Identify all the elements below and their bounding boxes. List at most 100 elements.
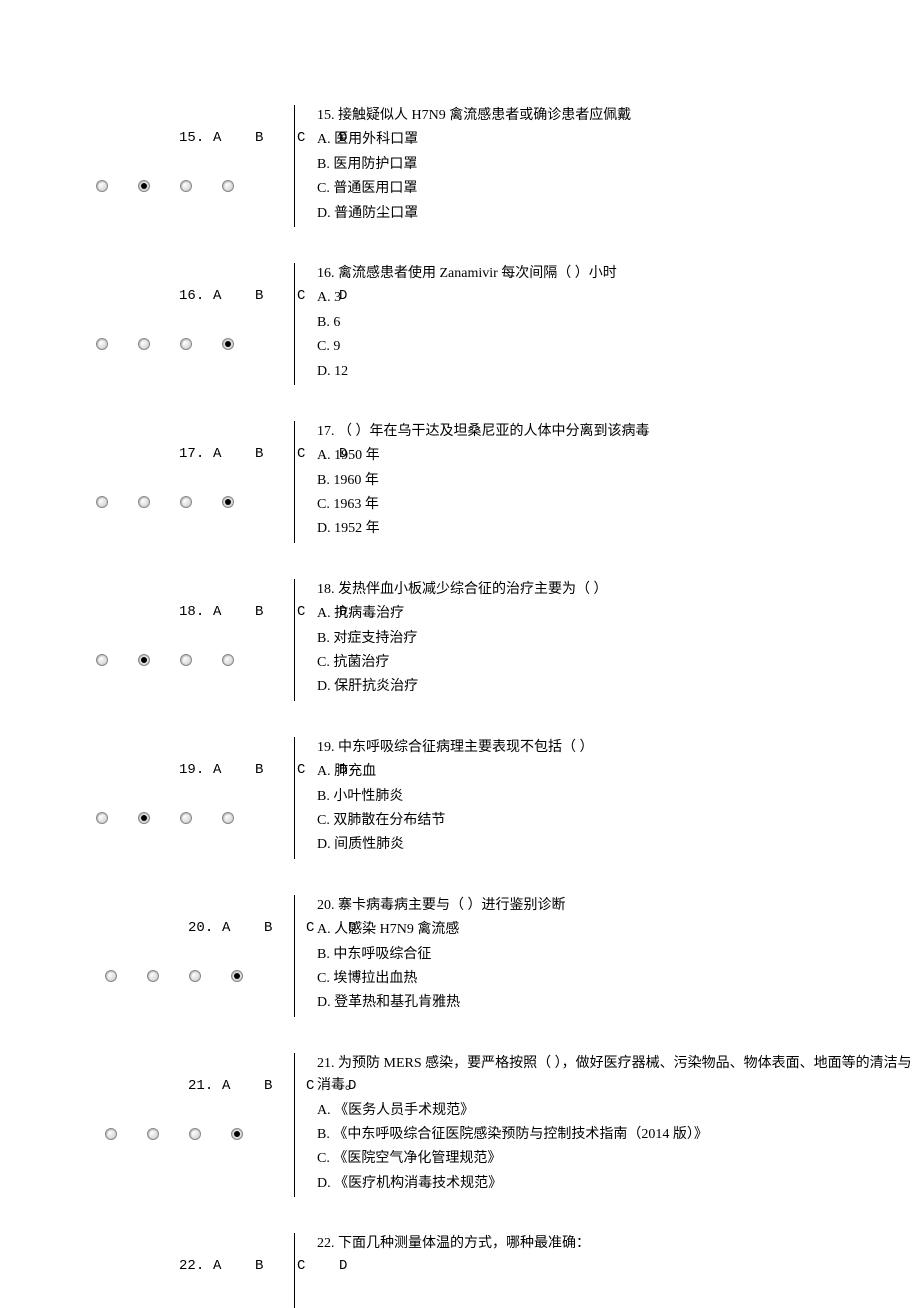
question-22-row: 22.ABCD 22. 下面几种测量体温的方式，哪种最准确： — [0, 1233, 920, 1308]
option-a: A. 1950 年 — [317, 445, 920, 467]
question-number: 15. — [179, 127, 213, 149]
answer-panel-22: 22.ABCD — [0, 1233, 295, 1308]
radio-group — [95, 654, 282, 666]
option-b: B. 小叶性肺炎 — [317, 786, 920, 808]
radio-18-d[interactable] — [222, 654, 234, 666]
question-panel-17: 17. （ ）年在乌干达及坦桑尼亚的人体中分离到该病毒 A. 1950 年 B.… — [295, 421, 920, 543]
letter-b: B — [255, 285, 297, 307]
option-b: B. 医用防护口罩 — [317, 154, 920, 176]
radio-18-b[interactable] — [138, 654, 150, 666]
radio-18-a[interactable] — [96, 654, 108, 666]
answer-panel-17: 17.ABCD — [0, 421, 295, 543]
radio-21-a[interactable] — [105, 1128, 117, 1140]
letter-a: A — [213, 601, 255, 623]
option-a: A. 医用外科口罩 — [317, 129, 920, 151]
option-b: B. 对症支持治疗 — [317, 628, 920, 650]
letter-d: D — [339, 1255, 381, 1277]
letter-a: A — [213, 127, 255, 149]
option-c: C. 抗菌治疗 — [317, 652, 920, 674]
radio-19-a[interactable] — [96, 812, 108, 824]
option-d: D. 普通防尘口罩 — [317, 203, 920, 225]
question-20-row: 20.ABCD 20. 寨卡病毒病主要与（ ）进行鉴别诊断 A. 人感染 H7N… — [0, 895, 920, 1017]
radio-group — [104, 1128, 282, 1140]
radio-group — [95, 496, 282, 508]
letter-b: B — [255, 601, 297, 623]
question-text: 21. 为预防 MERS 感染，要严格按照（ ），做好医疗器械、污染物品、物体表… — [317, 1053, 920, 1098]
radio-21-c[interactable] — [189, 1128, 201, 1140]
question-19-row: 19.ABCD 19. 中东呼吸综合征病理主要表现不包括（ ） A. 肺充血 B… — [0, 737, 920, 859]
letter-a: A — [213, 759, 255, 781]
radio-21-b[interactable] — [147, 1128, 159, 1140]
radio-16-d[interactable] — [222, 338, 234, 350]
question-number: 20. — [188, 917, 222, 939]
letter-a: A — [222, 1075, 264, 1097]
answer-header: 18.ABCD — [95, 579, 282, 646]
radio-17-c[interactable] — [180, 496, 192, 508]
radio-21-d[interactable] — [231, 1128, 243, 1140]
radio-18-c[interactable] — [180, 654, 192, 666]
radio-15-d[interactable] — [222, 180, 234, 192]
question-panel-18: 18. 发热伴血小板减少综合征的治疗主要为（ ） A. 抗病毒治疗 B. 对症支… — [295, 579, 920, 701]
radio-16-c[interactable] — [180, 338, 192, 350]
answer-panel-21: 21.ABCD — [0, 1053, 295, 1197]
answer-panel-19: 19.ABCD — [0, 737, 295, 859]
radio-group — [95, 812, 282, 824]
radio-20-d[interactable] — [231, 970, 243, 982]
option-a: A. 肺充血 — [317, 761, 920, 783]
option-b: B. 《中东呼吸综合征医院感染预防与控制技术指南（2014 版）》 — [317, 1124, 920, 1146]
question-text: 22. 下面几种测量体温的方式，哪种最准确： — [317, 1233, 920, 1255]
radio-17-d[interactable] — [222, 496, 234, 508]
question-number: 19. — [179, 759, 213, 781]
question-panel-19: 19. 中东呼吸综合征病理主要表现不包括（ ） A. 肺充血 B. 小叶性肺炎 … — [295, 737, 920, 859]
letter-b: B — [255, 759, 297, 781]
answer-header: 20.ABCD — [104, 895, 282, 962]
option-c: C. 普通医用口罩 — [317, 178, 920, 200]
answer-header: 19.ABCD — [95, 737, 282, 804]
option-c: C. 9 — [317, 336, 920, 358]
radio-15-b[interactable] — [138, 180, 150, 192]
question-panel-20: 20. 寨卡病毒病主要与（ ）进行鉴别诊断 A. 人感染 H7N9 禽流感 B.… — [295, 895, 920, 1017]
radio-19-c[interactable] — [180, 812, 192, 824]
radio-19-d[interactable] — [222, 812, 234, 824]
option-d: D. 保肝抗炎治疗 — [317, 676, 920, 698]
question-15-row: 15.ABCD 15. 接触疑似人 H7N9 禽流感患者或确诊患者应佩戴 A. … — [0, 105, 920, 227]
radio-16-a[interactable] — [96, 338, 108, 350]
answer-header: 15.ABCD — [95, 105, 282, 172]
answer-header: 22.ABCD — [95, 1233, 282, 1300]
question-panel-16: 16. 禽流感患者使用 Zanamivir 每次间隔（ ）小时 A. 3 B. … — [295, 263, 920, 385]
radio-15-c[interactable] — [180, 180, 192, 192]
question-text: 19. 中东呼吸综合征病理主要表现不包括（ ） — [317, 737, 920, 759]
radio-20-c[interactable] — [189, 970, 201, 982]
question-panel-22: 22. 下面几种测量体温的方式，哪种最准确： — [295, 1233, 920, 1257]
option-c: C. 埃博拉出血热 — [317, 968, 920, 990]
page: 15.ABCD 15. 接触疑似人 H7N9 禽流感患者或确诊患者应佩戴 A. … — [0, 0, 920, 1308]
radio-group — [95, 180, 282, 192]
option-a: A. 人感染 H7N9 禽流感 — [317, 919, 920, 941]
letter-b: B — [255, 1255, 297, 1277]
option-c: C. 1963 年 — [317, 494, 920, 516]
radio-20-a[interactable] — [105, 970, 117, 982]
question-panel-21: 21. 为预防 MERS 感染，要严格按照（ ），做好医疗器械、污染物品、物体表… — [295, 1053, 920, 1197]
question-number: 18. — [179, 601, 213, 623]
radio-20-b[interactable] — [147, 970, 159, 982]
option-a: A. 抗病毒治疗 — [317, 603, 920, 625]
question-18-row: 18.ABCD 18. 发热伴血小板减少综合征的治疗主要为（ ） A. 抗病毒治… — [0, 579, 920, 701]
option-a: A. 《医务人员手术规范》 — [317, 1100, 920, 1122]
answer-panel-18: 18.ABCD — [0, 579, 295, 701]
option-d: D. 间质性肺炎 — [317, 834, 920, 856]
option-a: A. 3 — [317, 287, 920, 309]
answer-header: 16.ABCD — [95, 263, 282, 330]
option-b: B. 6 — [317, 312, 920, 334]
answer-panel-20: 20.ABCD — [0, 895, 295, 1017]
radio-17-b[interactable] — [138, 496, 150, 508]
radio-19-b[interactable] — [138, 812, 150, 824]
letter-b: B — [255, 443, 297, 465]
option-d: D. 1952 年 — [317, 518, 920, 540]
question-number: 16. — [179, 285, 213, 307]
question-text: 16. 禽流感患者使用 Zanamivir 每次间隔（ ）小时 — [317, 263, 920, 285]
radio-15-a[interactable] — [96, 180, 108, 192]
radio-16-b[interactable] — [138, 338, 150, 350]
radio-17-a[interactable] — [96, 496, 108, 508]
letter-a: A — [213, 1255, 255, 1277]
question-16-row: 16.ABCD 16. 禽流感患者使用 Zanamivir 每次间隔（ ）小时 … — [0, 263, 920, 385]
